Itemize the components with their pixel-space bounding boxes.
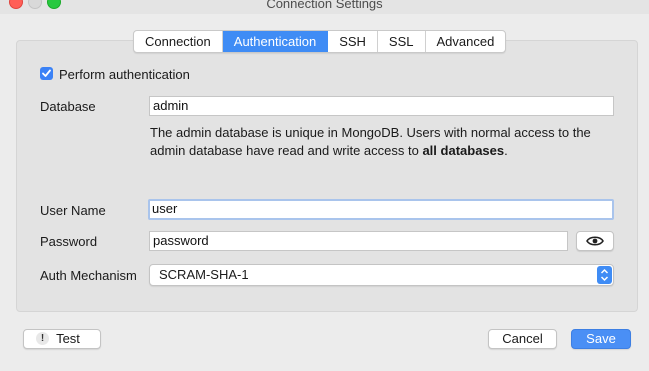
- auth-mechanism-select[interactable]: SCRAM-SHA-1: [149, 264, 614, 286]
- username-input[interactable]: user: [148, 199, 614, 220]
- title-bar: Connection Settings: [0, 0, 649, 14]
- cancel-button[interactable]: Cancel: [488, 329, 557, 349]
- help-text-main: The admin database is unique in MongoDB.…: [150, 125, 591, 158]
- auth-mechanism-label: Auth Mechanism: [40, 268, 137, 283]
- tab-bar: Connection Authentication SSH SSL Advanc…: [133, 30, 507, 53]
- updown-chevron-icon: [597, 266, 612, 284]
- test-button-label: Test: [56, 331, 80, 346]
- auth-mechanism-value: SCRAM-SHA-1: [159, 267, 249, 282]
- username-label: User Name: [40, 203, 106, 218]
- tab-ssl[interactable]: SSL: [378, 31, 426, 52]
- save-button[interactable]: Save: [571, 329, 631, 349]
- help-text-bold: all databases: [422, 143, 505, 158]
- warning-icon: !: [36, 332, 49, 345]
- tab-advanced[interactable]: Advanced: [426, 31, 506, 52]
- tab-ssh[interactable]: SSH: [328, 31, 378, 52]
- database-input[interactable]: admin: [149, 96, 614, 116]
- database-help-text: The admin database is unique in MongoDB.…: [150, 124, 620, 160]
- tab-connection[interactable]: Connection: [134, 31, 223, 52]
- window-title: Connection Settings: [266, 0, 383, 11]
- show-password-button[interactable]: [576, 231, 614, 251]
- password-label: Password: [40, 234, 98, 249]
- perform-auth-checkbox[interactable]: [40, 67, 53, 80]
- help-text-end: .: [504, 143, 508, 158]
- checkmark-icon: [42, 69, 51, 77]
- tab-authentication[interactable]: Authentication: [222, 31, 329, 52]
- test-button[interactable]: ! Test: [23, 329, 101, 349]
- password-input[interactable]: password: [149, 231, 568, 251]
- perform-auth-label[interactable]: Perform authentication: [59, 67, 190, 82]
- database-label: Database: [40, 99, 96, 114]
- eye-icon: [586, 236, 604, 246]
